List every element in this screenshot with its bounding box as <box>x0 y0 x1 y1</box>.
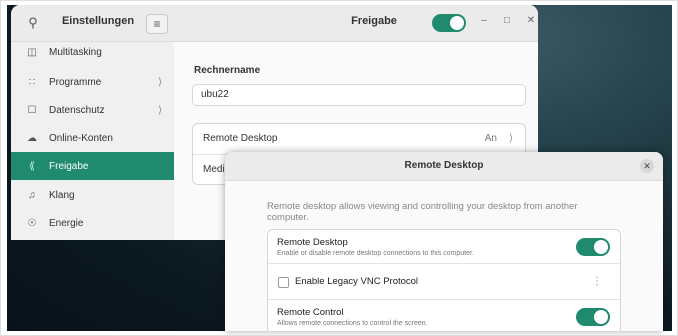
close-icon[interactable]: ✕ <box>524 15 538 26</box>
hamburger-menu-icon[interactable]: ≡ <box>146 14 168 34</box>
chevron-right-icon: ⟩ <box>158 76 162 88</box>
sidebar-item-label: Online-Konten <box>49 132 113 144</box>
remote-control-row: Remote Control Allows remote connections… <box>268 300 620 331</box>
sidebar-item-datenschutz[interactable]: ☐ Datenschutz ⟩ <box>11 96 174 124</box>
close-icon[interactable]: ✕ <box>640 159 654 173</box>
apps-grid-icon: ∷ <box>28 76 36 88</box>
row-title: Remote Control <box>277 307 344 318</box>
sidebar-item-online-konten[interactable]: ☁ Online-Konten <box>11 124 174 152</box>
legacy-vnc-checkbox[interactable] <box>278 277 289 288</box>
row-title: Enable Legacy VNC Protocol <box>295 276 419 287</box>
row-value: An <box>484 133 497 144</box>
sidebar-item-energie[interactable]: ☉ Energie <box>11 209 174 237</box>
dialog-description: Remote desktop allows viewing and contro… <box>267 201 578 223</box>
sidebar-item-label: Datenschutz <box>49 104 105 116</box>
cloud-icon: ☁ <box>27 132 37 144</box>
sharing-toggle[interactable] <box>432 14 466 32</box>
row-subtitle: Allows remote connections to control the… <box>277 320 428 327</box>
row-title: Remote Desktop <box>277 237 348 248</box>
sidebar-item-label: Multitasking <box>49 46 102 58</box>
minimize-icon[interactable]: – <box>477 15 491 26</box>
row-label: Remote Desktop <box>203 133 278 144</box>
lock-icon: ☐ <box>27 104 37 116</box>
sidebar-item-freigabe[interactable]: ⟪ Freigabe <box>11 152 174 180</box>
toggle-knob <box>594 240 608 254</box>
maximize-icon[interactable]: □ <box>500 15 514 26</box>
sidebar-item-label: Klang <box>49 189 75 201</box>
remote-control-toggle[interactable] <box>576 308 610 326</box>
dialog-title: Remote Desktop <box>404 160 484 171</box>
page-title: Freigabe <box>351 15 397 27</box>
hostname-label: Rechnername <box>194 65 261 76</box>
sidebar-item-multitasking[interactable]: ◫ Multitasking <box>11 38 174 66</box>
sidebar-title: Einstellungen <box>61 15 135 27</box>
dialog-header: Remote Desktop ✕ <box>225 152 663 181</box>
row-label: Medi <box>203 164 225 175</box>
hostname-input[interactable]: ubu22 <box>192 84 526 106</box>
chevron-right-icon: ⟩ <box>158 104 162 116</box>
row-subtitle: Enable or disable remote desktop connect… <box>277 250 474 257</box>
sidebar-item-label: Freigabe <box>49 160 89 172</box>
chevron-right-icon: ⟩ <box>509 133 513 144</box>
toggle-knob <box>594 310 608 324</box>
sidebar-item-label: Programme <box>49 76 102 88</box>
sidebar-item-programme[interactable]: ∷ Programme ⟩ <box>11 68 174 96</box>
main-header: Freigabe – □ ✕ <box>174 5 538 42</box>
sidebar-item-label: Energie <box>49 217 84 229</box>
legacy-vnc-row[interactable]: Enable Legacy VNC Protocol ⋮ <box>268 264 620 300</box>
remote-desktop-options: Remote Desktop Enable or disable remote … <box>267 229 621 331</box>
toggle-knob <box>450 16 464 30</box>
power-icon: ☉ <box>27 217 37 229</box>
sidebar-header: ⚲ Einstellungen ≡ <box>11 5 174 42</box>
remote-desktop-enable-row: Remote Desktop Enable or disable remote … <box>268 230 620 264</box>
remote-desktop-toggle[interactable] <box>576 238 610 256</box>
remote-desktop-dialog: Remote Desktop ✕ Remote desktop allows v… <box>225 152 663 331</box>
music-note-icon: ♫ <box>28 189 36 201</box>
multitasking-icon: ◫ <box>27 46 37 58</box>
sidebar: ◫ Multitasking ∷ Programme ⟩ ☐ Datenschu… <box>11 42 175 240</box>
more-options-icon[interactable]: ⋮ <box>592 276 602 287</box>
search-icon[interactable]: ⚲ <box>23 13 43 33</box>
share-icon: ⟪ <box>29 160 35 172</box>
remote-desktop-row[interactable]: Remote Desktop An ⟩ <box>193 124 525 155</box>
sidebar-item-klang[interactable]: ♫ Klang <box>11 181 174 209</box>
